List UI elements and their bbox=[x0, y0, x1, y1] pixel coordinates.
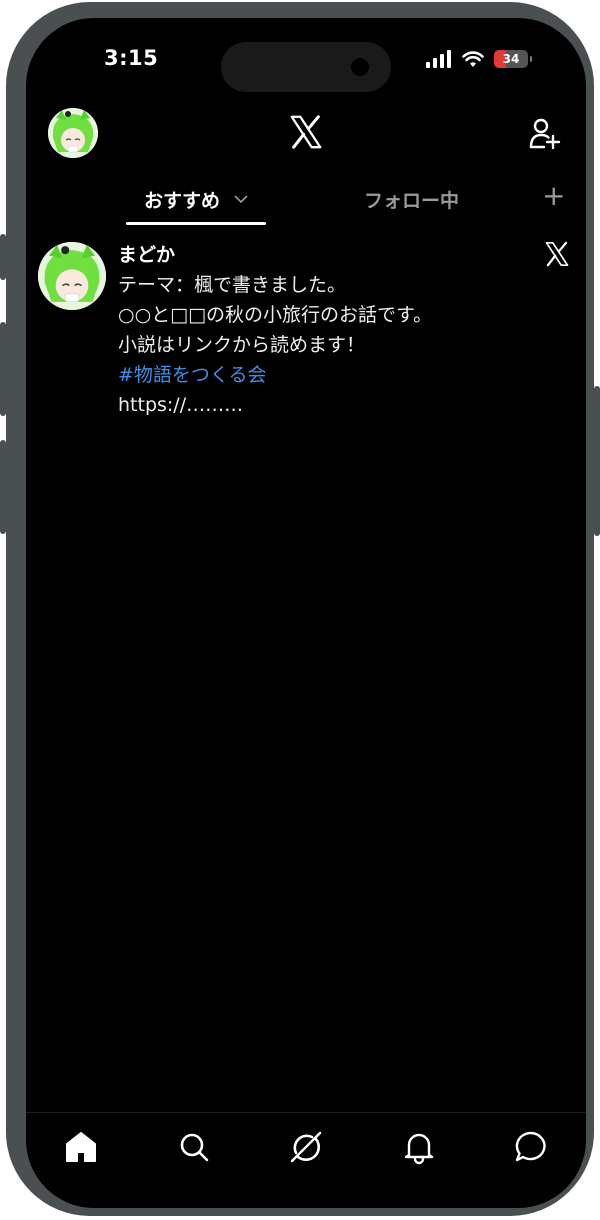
post-text-line: 小説はリンクから読めます！ bbox=[118, 334, 366, 356]
mute-switch bbox=[0, 234, 6, 280]
status-time: 3:15 bbox=[104, 46, 159, 70]
feed-tabs: おすすめ フォロー中 + bbox=[26, 176, 586, 226]
bottom-nav bbox=[26, 1112, 586, 1208]
post-url-link[interactable]: https://……… bbox=[118, 390, 538, 420]
phone-frame: 3:15 34 おすすめ フォロー中 + まどか テーマ：楓で書きました。 ○○… bbox=[0, 2, 600, 1216]
post-hashtag-link[interactable]: #物語をつくる会 bbox=[118, 360, 538, 390]
tab-recommended[interactable]: おすすめ bbox=[144, 186, 248, 213]
tab-following[interactable]: フォロー中 bbox=[364, 186, 459, 213]
tab-recommended-label: おすすめ bbox=[144, 190, 221, 212]
x-logo-icon bbox=[290, 115, 322, 149]
add-person-icon[interactable] bbox=[528, 116, 562, 150]
profile-avatar[interactable] bbox=[48, 108, 98, 158]
power-button bbox=[594, 386, 600, 536]
battery-level: 34 bbox=[502, 52, 520, 66]
add-tab-button[interactable]: + bbox=[542, 182, 565, 210]
post-x-icon bbox=[545, 241, 569, 267]
volume-up-button bbox=[0, 322, 6, 416]
status-icons: 34 bbox=[426, 48, 532, 70]
screen: 3:15 34 おすすめ フォロー中 + まどか テーマ：楓で書きました。 ○○… bbox=[26, 18, 586, 1208]
camera-icon bbox=[351, 58, 369, 76]
active-tab-indicator bbox=[126, 222, 266, 225]
post-author-name[interactable]: まどか bbox=[118, 240, 538, 266]
avatar-image bbox=[48, 108, 98, 158]
wifi-icon bbox=[462, 51, 484, 67]
message-icon[interactable] bbox=[513, 1129, 549, 1165]
chevron-down-icon bbox=[234, 195, 248, 204]
post-author-avatar[interactable] bbox=[38, 242, 106, 310]
avatar-image bbox=[38, 242, 106, 310]
volume-down-button bbox=[0, 440, 6, 534]
cellular-signal-icon bbox=[426, 50, 451, 68]
battery-icon: 34 bbox=[494, 50, 532, 68]
post-text-line: テーマ：楓で書きました。 bbox=[118, 274, 347, 296]
dynamic-island bbox=[221, 42, 391, 92]
search-icon[interactable] bbox=[176, 1129, 212, 1165]
grok-icon[interactable] bbox=[288, 1129, 324, 1165]
home-icon[interactable] bbox=[63, 1129, 99, 1165]
post-text-line: ○○と□□の秋の小旅行のお話です。 bbox=[118, 304, 433, 326]
post[interactable]: まどか テーマ：楓で書きました。 ○○と□□の秋の小旅行のお話です。 小説はリン… bbox=[118, 240, 538, 420]
bell-icon[interactable] bbox=[401, 1129, 437, 1165]
